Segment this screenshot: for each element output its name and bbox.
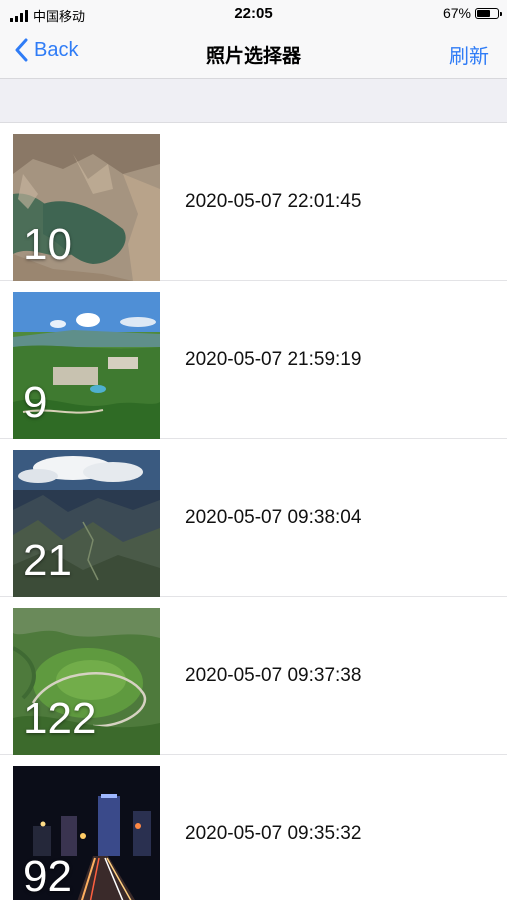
photo-album-list: 10 2020-05-07 22:01:45 9 2020-05-07 21:5… (0, 123, 507, 900)
album-row[interactable]: 10 2020-05-07 22:01:45 (0, 123, 507, 281)
photo-count: 122 (23, 694, 97, 743)
album-thumbnail: 122 (13, 608, 160, 755)
album-row[interactable]: 122 2020-05-07 09:37:38 (0, 597, 507, 755)
album-date: 2020-05-07 22:01:45 (185, 191, 362, 212)
album-date: 2020-05-07 21:59:19 (185, 349, 362, 370)
album-thumbnail: 10 (13, 134, 160, 281)
album-date: 2020-05-07 09:38:04 (185, 507, 362, 528)
album-row[interactable]: 9 2020-05-07 21:59:19 (0, 281, 507, 439)
navigation-bar: Back 照片选择器 刷新 (0, 28, 507, 79)
battery-icon (475, 7, 502, 19)
album-thumbnail: 9 (13, 292, 160, 439)
photo-picker-screen: 中国移动 22:05 67% Back 照片选择器 刷新 10 2020-05-… (0, 0, 507, 900)
album-date: 2020-05-07 09:35:32 (185, 823, 362, 844)
status-bar: 中国移动 22:05 67% (0, 0, 507, 28)
battery-percent: 67% (442, 5, 471, 21)
album-thumbnail: 92 (13, 766, 160, 900)
status-time: 22:05 (234, 5, 273, 22)
album-row[interactable]: 21 2020-05-07 09:38:04 (0, 439, 507, 597)
section-header (0, 79, 507, 123)
status-right: 67% (442, 5, 502, 21)
battery-fill (477, 9, 490, 17)
photo-count: 92 (23, 852, 72, 900)
page-title: 照片选择器 (205, 46, 301, 67)
album-thumbnail: 21 (13, 450, 160, 597)
photo-count: 21 (23, 536, 72, 585)
album-date: 2020-05-07 09:37:38 (185, 665, 362, 686)
photo-count: 9 (23, 378, 48, 427)
refresh-button[interactable]: 刷新 (449, 40, 489, 69)
album-row[interactable]: 92 2020-05-07 09:35:32 (0, 755, 507, 900)
photo-count: 10 (23, 220, 72, 269)
